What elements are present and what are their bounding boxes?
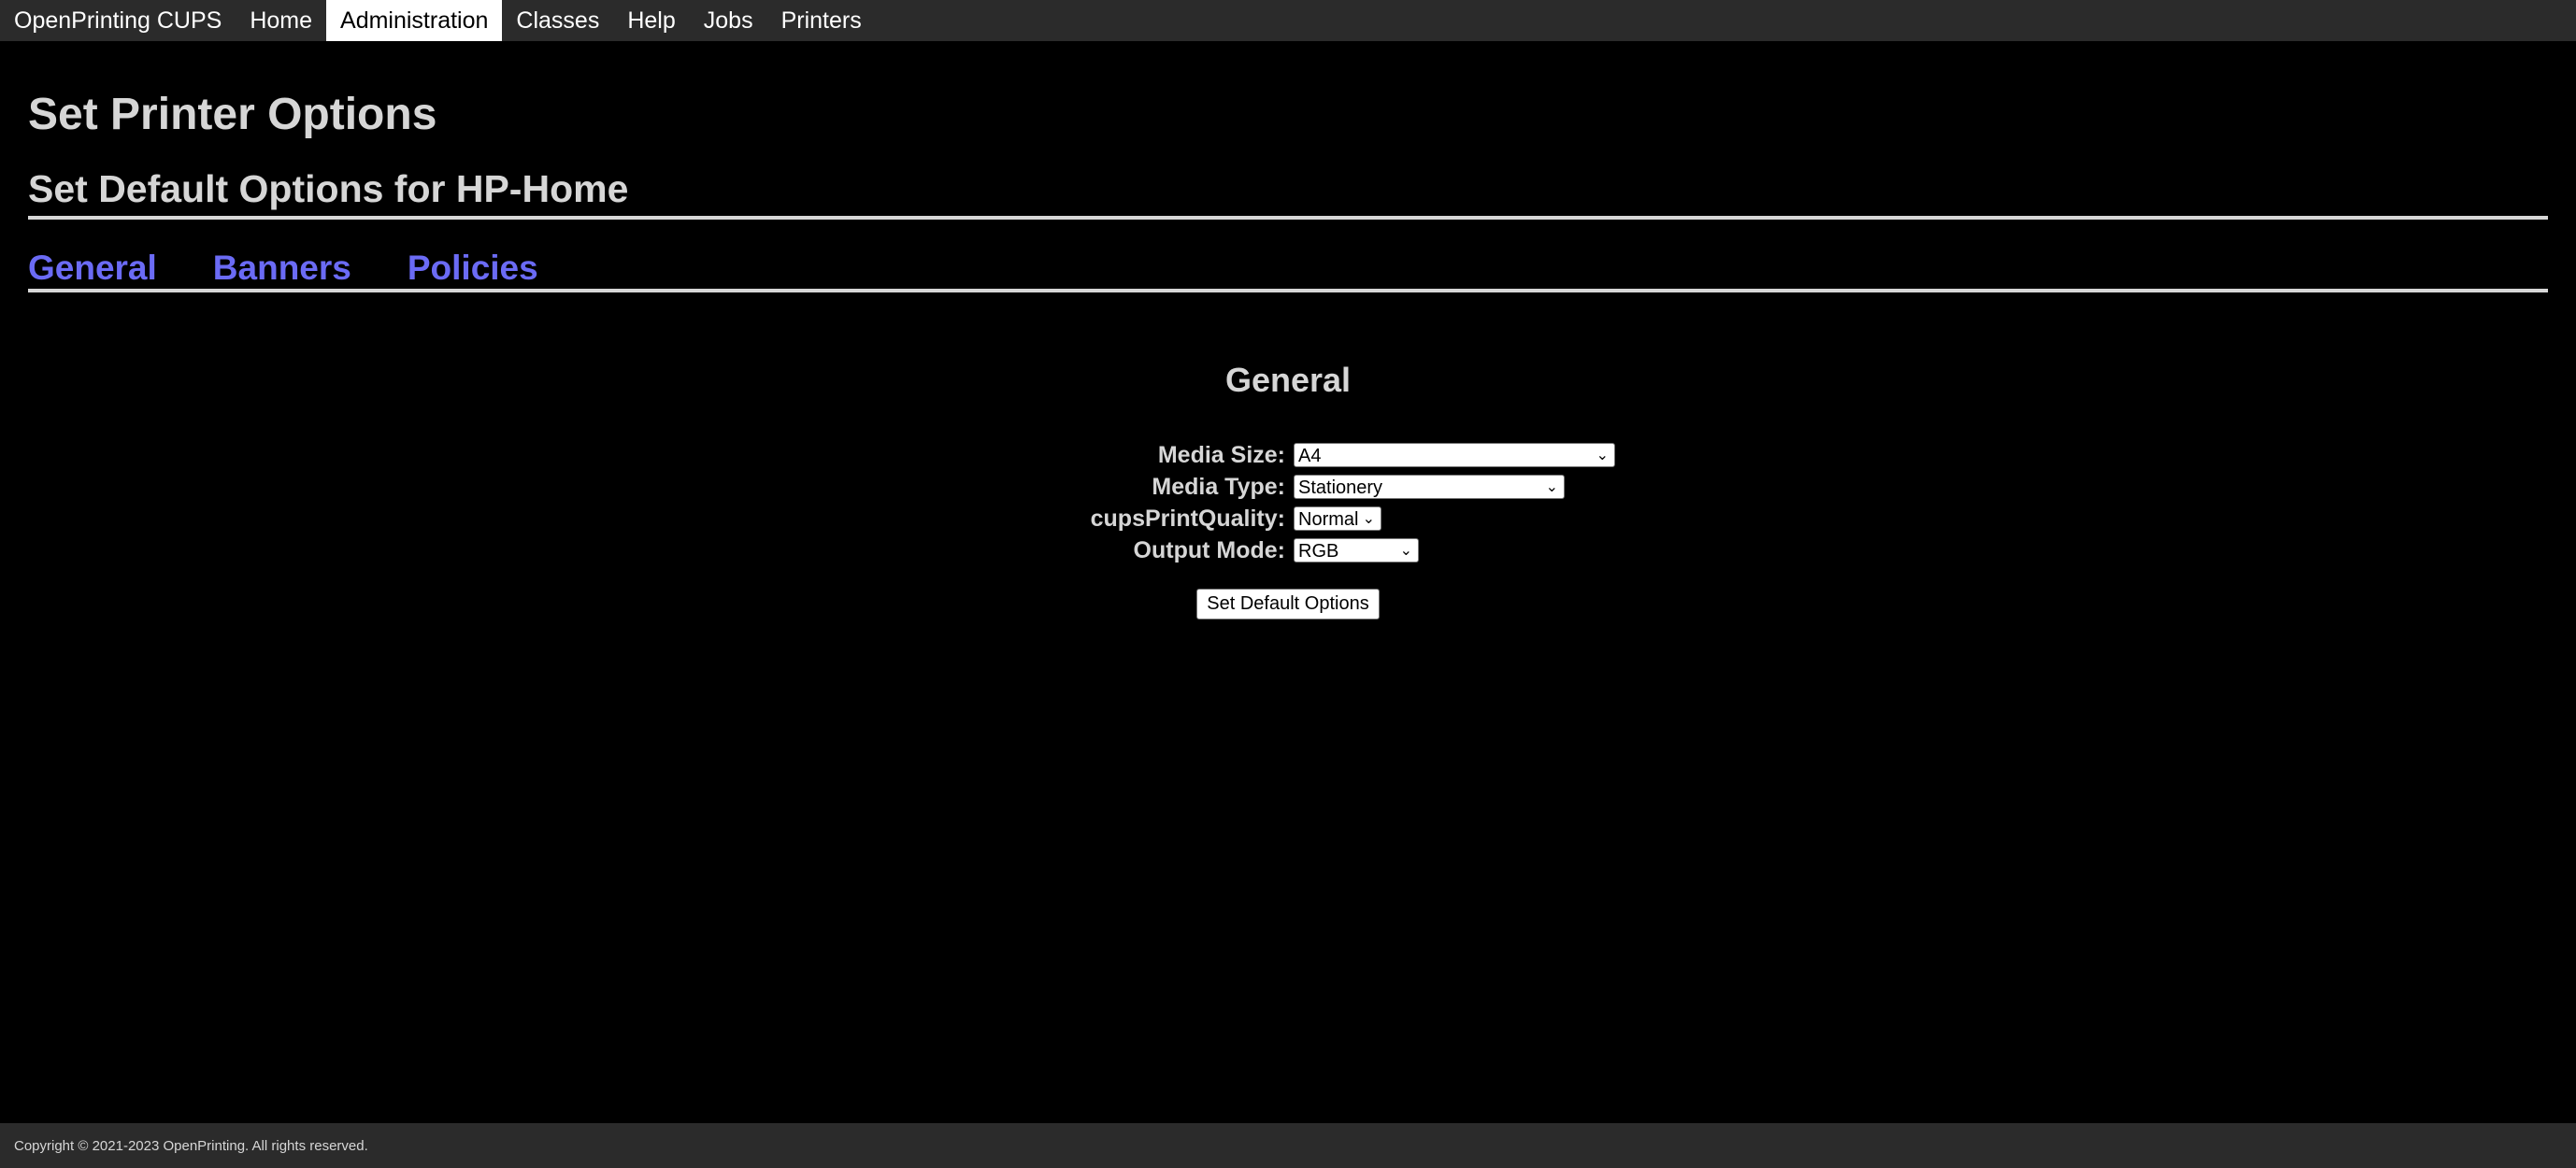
nav-brand-link[interactable]: OpenPrinting CUPS bbox=[0, 0, 236, 41]
tab-banners[interactable]: Banners bbox=[213, 248, 351, 289]
top-nav: OpenPrinting CUPS Home Administration Cl… bbox=[0, 0, 2576, 41]
media-size-label: Media Size: bbox=[1157, 441, 1285, 468]
output-mode-select[interactable]: RGB ⌄ bbox=[1294, 538, 1419, 563]
chevron-down-icon: ⌄ bbox=[1362, 511, 1375, 527]
media-size-value: A4 bbox=[1298, 446, 1322, 466]
media-size-select[interactable]: A4 ⌄ bbox=[1294, 443, 1615, 467]
chevron-down-icon: ⌄ bbox=[1399, 543, 1412, 559]
output-mode-row: Output Mode: RGB ⌄ bbox=[0, 534, 2576, 566]
nav-item-administration[interactable]: Administration bbox=[326, 0, 503, 41]
option-tabs: General Banners Policies bbox=[28, 248, 2548, 293]
media-type-select[interactable]: Stationery ⌄ bbox=[1294, 475, 1565, 499]
nav-item-home[interactable]: Home bbox=[236, 0, 326, 41]
media-size-row: Media Size: A4 ⌄ bbox=[0, 439, 2576, 471]
page-subtitle: Set Default Options for HP-Home bbox=[28, 166, 2548, 220]
media-type-value: Stationery bbox=[1298, 477, 1383, 498]
media-type-row: Media Type: Stationery ⌄ bbox=[0, 471, 2576, 503]
nav-item-jobs[interactable]: Jobs bbox=[690, 0, 767, 41]
print-quality-row: cupsPrintQuality: Normal ⌄ bbox=[0, 503, 2576, 534]
print-quality-label: cupsPrintQuality: bbox=[1090, 505, 1285, 532]
tab-policies[interactable]: Policies bbox=[408, 248, 538, 289]
nav-item-help[interactable]: Help bbox=[613, 0, 689, 41]
section-title: General bbox=[1224, 361, 1352, 399]
nav-item-printers[interactable]: Printers bbox=[767, 0, 876, 41]
page-title: Set Printer Options bbox=[28, 90, 437, 139]
output-mode-value: RGB bbox=[1298, 541, 1339, 562]
print-quality-select[interactable]: Normal ⌄ bbox=[1294, 506, 1381, 531]
output-mode-label: Output Mode: bbox=[1133, 536, 1285, 563]
print-quality-value: Normal bbox=[1298, 509, 1359, 530]
nav-item-classes[interactable]: Classes bbox=[502, 0, 613, 41]
main-content: Set Printer Options Set Default Options … bbox=[28, 41, 2548, 293]
chevron-down-icon: ⌄ bbox=[1596, 448, 1609, 463]
copyright-text: Copyright © 2021-2023 OpenPrinting. All … bbox=[14, 1137, 368, 1154]
footer: Copyright © 2021-2023 OpenPrinting. All … bbox=[0, 1123, 2576, 1168]
set-default-options-button[interactable]: Set Default Options bbox=[1196, 589, 1380, 620]
chevron-down-icon: ⌄ bbox=[1545, 479, 1558, 495]
tab-general[interactable]: General bbox=[28, 248, 157, 289]
media-type-label: Media Type: bbox=[1152, 473, 1285, 500]
